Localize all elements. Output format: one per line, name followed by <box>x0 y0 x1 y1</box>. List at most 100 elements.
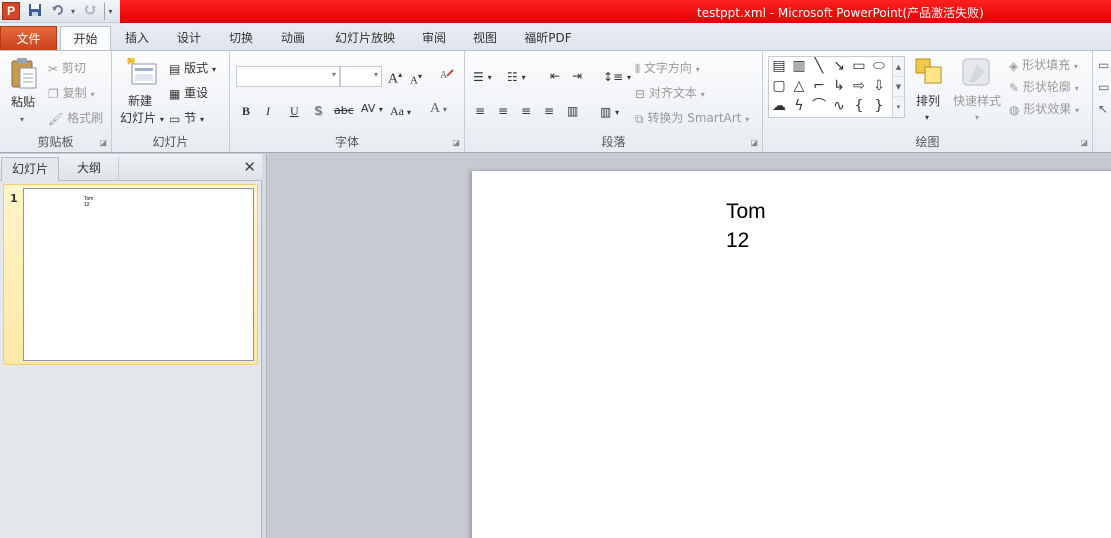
undo-dropdown-icon[interactable]: ▾ <box>68 3 78 20</box>
right-brace-shape-icon[interactable]: } <box>870 98 888 114</box>
tab-file[interactable]: 文件 <box>0 26 57 50</box>
rounded-rectangle-shape-icon[interactable]: ▢ <box>770 78 788 94</box>
slide-text-line-2[interactable]: 12 <box>726 226 749 255</box>
shrink-font-button[interactable]: A▾ <box>410 69 422 89</box>
gallery-up-icon[interactable]: ▲ <box>893 57 904 77</box>
select-icon[interactable]: ↖ <box>1098 101 1108 117</box>
distributed-icon[interactable]: ▥ <box>567 103 578 119</box>
tab-insert[interactable]: 插入 <box>116 26 158 50</box>
align-left-icon[interactable]: ≡ <box>475 103 485 119</box>
triangle-shape-icon[interactable]: △ <box>790 78 808 94</box>
arrange-icon[interactable] <box>913 56 945 92</box>
increase-indent-icon[interactable]: ⇥ <box>572 68 582 84</box>
new-slide-icon[interactable] <box>126 56 158 92</box>
text-direction-button[interactable]: ⫴ 文字方向 ▾ <box>635 60 700 78</box>
font-name-combo[interactable]: ▾ <box>236 66 340 87</box>
arrange-dropdown-icon[interactable]: ▾ <box>925 110 929 126</box>
tab-slideshow[interactable]: 幻灯片放映 <box>326 26 404 50</box>
tab-outline[interactable]: 大纲 <box>60 157 119 181</box>
numbering-button[interactable]: ☷ ▾ <box>507 68 526 86</box>
shadow-button[interactable]: S <box>314 103 323 119</box>
reset-button[interactable]: ▦ 重设 <box>169 85 208 102</box>
italic-button[interactable]: I <box>266 103 270 119</box>
slide-thumbnail[interactable]: Tom 12 <box>23 188 254 361</box>
font-color-button[interactable]: A ▾ <box>430 101 447 118</box>
align-text-button[interactable]: ⊟ 对齐文本 ▾ <box>635 85 705 103</box>
new-slide-label-1[interactable]: 新建 <box>128 93 152 109</box>
slide-canvas[interactable]: Tom 12 <box>472 171 1111 538</box>
justify-icon[interactable]: ≡ <box>544 103 554 119</box>
quick-styles-icon[interactable] <box>961 56 993 92</box>
textbox-shape-icon[interactable]: ▤ <box>770 58 788 74</box>
format-painter-button[interactable]: 🖌 格式刷 <box>48 110 103 127</box>
slide-text-line-1[interactable]: Tom <box>726 197 766 226</box>
grow-font-button[interactable]: A▴ <box>388 67 402 88</box>
tab-design[interactable]: 设计 <box>168 26 210 50</box>
arrange-button[interactable]: 排列 <box>916 93 940 109</box>
tab-review[interactable]: 审阅 <box>413 26 455 50</box>
bold-button[interactable]: B <box>242 103 250 119</box>
tab-transitions[interactable]: 切换 <box>220 26 262 50</box>
tab-slides[interactable]: 幻灯片 <box>1 157 59 181</box>
tab-animations[interactable]: 动画 <box>272 26 314 50</box>
tab-view[interactable]: 视图 <box>464 26 506 50</box>
tab-home[interactable]: 开始 <box>60 26 111 50</box>
tab-foxit-pdf[interactable]: 福昕PDF <box>516 26 580 50</box>
down-arrow-shape-icon[interactable]: ⇩ <box>870 78 888 94</box>
close-icon[interactable]: ✕ <box>243 159 256 175</box>
redo-icon[interactable] <box>83 3 99 20</box>
bullets-button[interactable]: ☰ ▾ <box>473 68 492 86</box>
new-slide-button[interactable]: 幻灯片 ▾ <box>120 110 164 128</box>
convert-smartart-button[interactable]: ⧉ 转换为 SmartArt ▾ <box>635 110 749 128</box>
vertical-textbox-shape-icon[interactable]: ▥ <box>790 58 808 74</box>
clipboard-launcher-icon[interactable]: ◪ <box>99 138 107 147</box>
lightning-shape-icon[interactable]: ϟ <box>790 98 808 114</box>
replace-icon[interactable]: ▭ <box>1098 79 1109 95</box>
change-case-button[interactable]: Aa ▾ <box>390 103 411 121</box>
left-brace-shape-icon[interactable]: { <box>850 98 868 114</box>
quick-styles-button[interactable]: 快速样式 <box>953 93 1001 109</box>
arc-shape-icon[interactable]: ⌒ <box>810 98 828 114</box>
shape-effects-button[interactable]: ◍ 形状效果 ▾ <box>1009 101 1079 119</box>
character-spacing-button[interactable]: AV ▾ <box>361 101 383 118</box>
gallery-down-icon[interactable]: ▼ <box>893 77 904 97</box>
shapes-gallery[interactable]: ▤ ▥ ╲ ↘ ▭ ⬭ ▢ △ ⌐ ↳ ⇨ ⇩ ☁ ϟ ⌒ ∿ { } ▲ ▼ … <box>768 56 905 118</box>
paste-dropdown-icon[interactable]: ▾ <box>20 112 24 128</box>
layout-button[interactable]: ▤ 版式 ▾ <box>169 60 216 78</box>
underline-button[interactable]: U <box>290 103 299 119</box>
copy-button[interactable]: ❐ 复制 ▾ <box>48 85 94 103</box>
slide-thumbnail-item[interactable]: 1 Tom 12 <box>3 184 258 365</box>
gallery-more-icon[interactable]: ▾ <box>893 97 904 117</box>
drawing-launcher-icon[interactable]: ◪ <box>1080 138 1088 147</box>
panel-splitter[interactable] <box>262 154 267 538</box>
clear-formatting-icon[interactable]: A <box>439 67 455 87</box>
align-center-icon[interactable]: ≡ <box>498 103 508 119</box>
oval-shape-icon[interactable]: ⬭ <box>870 58 888 74</box>
right-arrow-shape-icon[interactable]: ⇨ <box>850 78 868 94</box>
paste-icon[interactable] <box>8 56 38 94</box>
find-icon[interactable]: ▭ <box>1098 57 1109 73</box>
quick-styles-dropdown-icon[interactable]: ▾ <box>975 110 979 126</box>
undo-icon[interactable] <box>48 3 68 20</box>
customize-qat-icon[interactable]: ▾ <box>104 3 116 20</box>
curve-shape-icon[interactable]: ∿ <box>830 98 848 114</box>
cut-button[interactable]: ✂ 剪切 <box>48 60 86 77</box>
elbow-connector-shape-icon[interactable]: ⌐ <box>810 78 828 94</box>
rectangle-shape-icon[interactable]: ▭ <box>850 58 868 74</box>
elbow-arrow-shape-icon[interactable]: ↳ <box>830 78 848 94</box>
decrease-indent-icon[interactable]: ⇤ <box>550 68 560 84</box>
paragraph-launcher-icon[interactable]: ◪ <box>750 138 758 147</box>
font-launcher-icon[interactable]: ◪ <box>452 138 460 147</box>
line-shape-icon[interactable]: ╲ <box>810 58 828 74</box>
shape-fill-button[interactable]: ◈ 形状填充 ▾ <box>1009 57 1078 75</box>
strikethrough-button[interactable]: abc <box>334 103 354 119</box>
font-size-combo[interactable]: ▾ <box>340 66 382 87</box>
columns-button[interactable]: ▥ ▾ <box>600 103 619 121</box>
line-spacing-button[interactable]: ↕≡ ▾ <box>603 68 631 86</box>
powerpoint-app-icon[interactable]: P <box>2 2 20 20</box>
arrow-line-shape-icon[interactable]: ↘ <box>830 58 848 74</box>
cloud-shape-icon[interactable]: ☁ <box>770 98 788 114</box>
shape-outline-button[interactable]: ✎ 形状轮廓 ▾ <box>1009 79 1079 97</box>
section-button[interactable]: ▭ 节 ▾ <box>169 110 204 128</box>
save-icon[interactable] <box>27 3 43 20</box>
